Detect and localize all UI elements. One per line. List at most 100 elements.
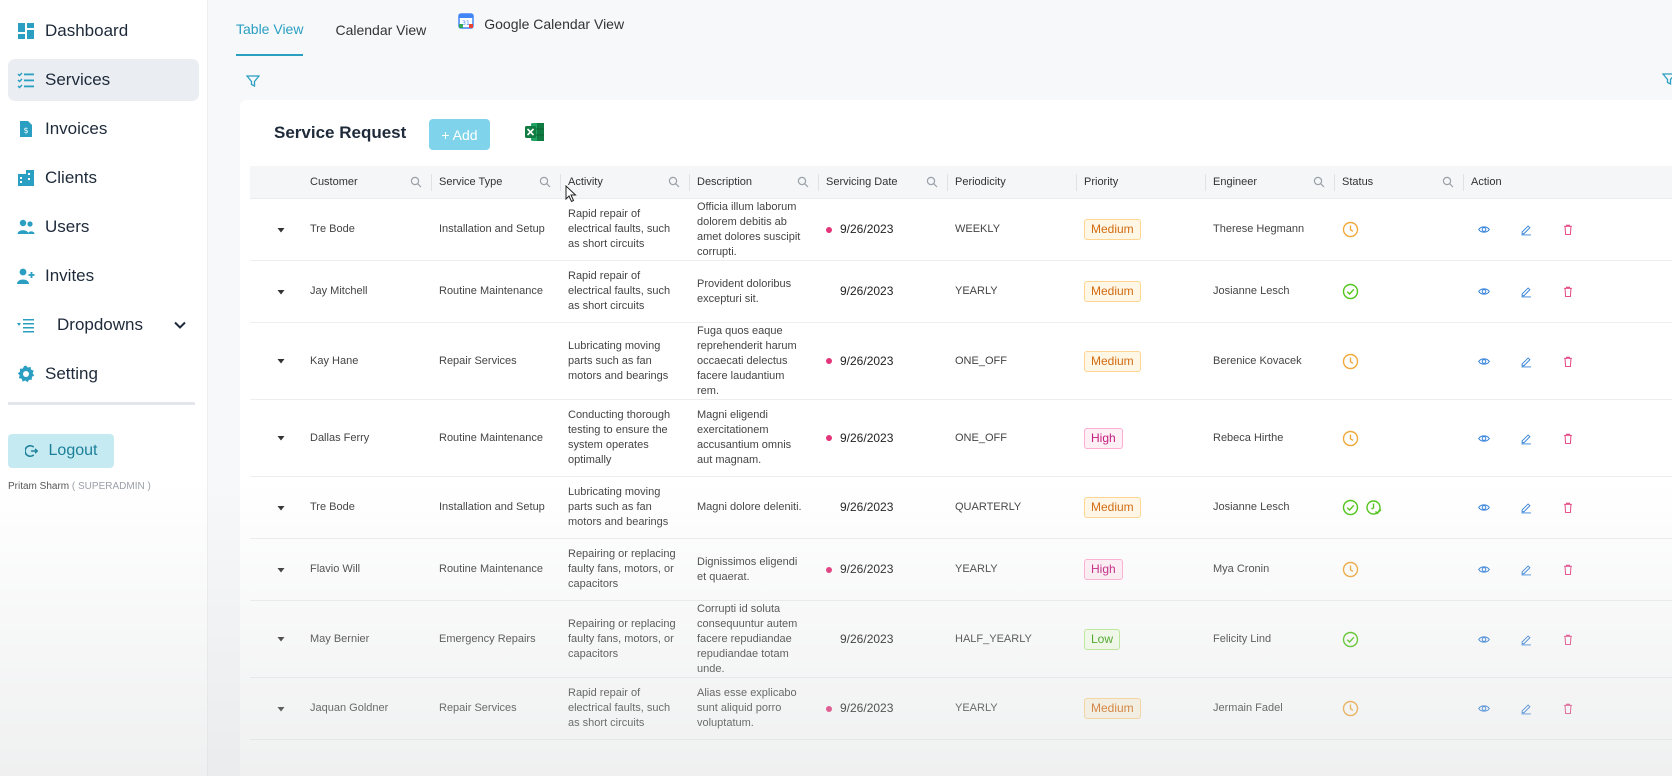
chevron-down-icon[interactable]: [173, 318, 187, 332]
engineer-cell: Felicity Lind: [1206, 601, 1335, 677]
svg-text:31: 31: [462, 20, 470, 27]
search-icon[interactable]: [1313, 176, 1325, 188]
edit-icon[interactable]: [1520, 561, 1532, 578]
delete-icon[interactable]: [1562, 499, 1574, 516]
caret-down-icon[interactable]: [277, 226, 285, 234]
sidebar-item-dropdowns[interactable]: Dropdowns: [8, 304, 199, 346]
clock-check-icon: [1366, 500, 1382, 515]
service-type-cell-text: Routine Maintenance: [439, 285, 543, 297]
table-header: Customer Service Type Activity Description S…: [250, 166, 1672, 199]
priority-cell: Medium: [1077, 678, 1206, 739]
column-header-label: Customer: [310, 176, 358, 188]
sidebar-item-services[interactable]: Services: [8, 59, 199, 101]
edit-icon[interactable]: [1520, 631, 1532, 648]
caret-down-icon[interactable]: [277, 504, 285, 512]
caret-down-icon[interactable]: [277, 288, 285, 296]
eye-icon[interactable]: [1478, 430, 1490, 447]
service-type-cell-text: Repair Services: [439, 354, 517, 367]
expand-cell: [250, 323, 303, 399]
service-type-cell: Installation and Setup: [432, 199, 561, 260]
sidebar-item-label: Setting: [45, 364, 98, 383]
filter-clear-icon[interactable]: [1662, 72, 1672, 86]
caret-down-icon[interactable]: [277, 635, 285, 643]
eye-icon[interactable]: [1478, 561, 1490, 578]
service-type-cell-text: Emergency Repairs: [439, 632, 536, 645]
excel-export-icon[interactable]: [524, 121, 546, 143]
column-header-label: Servicing Date: [826, 176, 898, 188]
page-title: Service Request: [274, 123, 407, 142]
engineer-cell: Josianne Lesch: [1206, 261, 1335, 322]
caret-down-icon[interactable]: [277, 705, 285, 713]
column-header-label: Engineer: [1213, 176, 1258, 188]
column-header-action: Action: [1464, 166, 1604, 198]
expand-cell: [250, 261, 303, 322]
delete-icon[interactable]: [1562, 430, 1574, 447]
invoice-icon: $: [17, 120, 35, 138]
activity-cell-text: Rapid repair of electrical faults, such …: [568, 270, 671, 312]
customer-cell: Jay Mitchell: [303, 261, 432, 322]
tab-calendar-view[interactable]: Calendar View: [335, 0, 426, 56]
sidebar-item-setting[interactable]: Setting: [8, 353, 199, 395]
column-header-periodicity: Periodicity: [948, 166, 1077, 198]
date-spacer: [826, 289, 832, 295]
edit-icon[interactable]: [1520, 499, 1532, 516]
search-icon[interactable]: [1442, 176, 1454, 188]
filter-icon[interactable]: [246, 74, 260, 88]
edit-icon[interactable]: [1520, 430, 1532, 447]
date-status-dot: [826, 358, 832, 364]
eye-icon[interactable]: [1478, 499, 1490, 516]
servicing-date-cell: 9/26/2023: [819, 261, 948, 322]
activity-cell-text: Rapid repair of electrical faults, such …: [568, 687, 671, 729]
eye-icon[interactable]: [1478, 221, 1490, 238]
sidebar-item-invites[interactable]: Invites: [8, 255, 199, 297]
clock-icon: [1342, 221, 1359, 238]
delete-icon[interactable]: [1562, 631, 1574, 648]
tab-label: Google Calendar View: [484, 16, 625, 32]
description-cell-text: Fuga quos eaque reprehenderit harum occa…: [697, 324, 797, 397]
mouse-cursor-icon: [565, 185, 577, 203]
expand-cell: [250, 400, 303, 476]
activity-cell-text: Repairing or replacing faulty fans, moto…: [568, 548, 676, 590]
activity-cell: Rapid repair of electrical faults, such …: [561, 261, 690, 322]
eye-icon[interactable]: [1478, 700, 1490, 717]
activity-cell: Repairing or replacing faulty fans, moto…: [561, 601, 690, 677]
sidebar-item-clients[interactable]: Clients: [8, 157, 199, 199]
eye-icon[interactable]: [1478, 283, 1490, 300]
edit-icon[interactable]: [1520, 700, 1532, 717]
servicing-date-text: 9/26/2023: [840, 353, 894, 368]
sidebar-item-invoices[interactable]: $ Invoices: [8, 108, 199, 150]
periodicity-text: QUARTERLY: [955, 501, 1022, 513]
tab-table-view[interactable]: Table View: [236, 0, 304, 56]
add-button[interactable]: + Add: [429, 119, 490, 150]
delete-icon[interactable]: [1562, 353, 1574, 370]
tab-google-calendar-view[interactable]: 31 Google Calendar View: [458, 0, 624, 50]
periodicity-cell: ONE_OFF: [948, 400, 1077, 476]
delete-icon[interactable]: [1562, 561, 1574, 578]
search-icon[interactable]: [926, 176, 938, 188]
logout-button[interactable]: Logout: [8, 434, 114, 468]
caret-down-icon[interactable]: [277, 434, 285, 442]
action-cell: [1464, 477, 1604, 538]
column-header-label: Status: [1342, 176, 1374, 188]
sidebar-item-users[interactable]: Users: [8, 206, 199, 248]
periodicity-cell: YEARLY: [948, 678, 1077, 739]
service-type-cell: Repair Services: [432, 323, 561, 399]
search-icon[interactable]: [668, 176, 680, 188]
delete-icon[interactable]: [1562, 221, 1574, 238]
delete-icon[interactable]: [1562, 700, 1574, 717]
search-icon[interactable]: [539, 176, 551, 188]
eye-icon[interactable]: [1478, 631, 1490, 648]
delete-icon[interactable]: [1562, 283, 1574, 300]
edit-icon[interactable]: [1520, 353, 1532, 370]
status-cell: [1335, 601, 1464, 677]
clock-icon: [1342, 353, 1359, 369]
search-icon[interactable]: [410, 176, 422, 188]
sidebar-item-dashboard[interactable]: Dashboard: [8, 10, 199, 52]
search-icon[interactable]: [797, 176, 809, 188]
edit-icon[interactable]: [1520, 283, 1532, 300]
edit-icon[interactable]: [1520, 221, 1532, 238]
sidebar-item-label: Invoices: [45, 119, 108, 138]
eye-icon[interactable]: [1478, 353, 1490, 370]
caret-down-icon[interactable]: [277, 357, 285, 365]
caret-down-icon[interactable]: [277, 566, 285, 574]
